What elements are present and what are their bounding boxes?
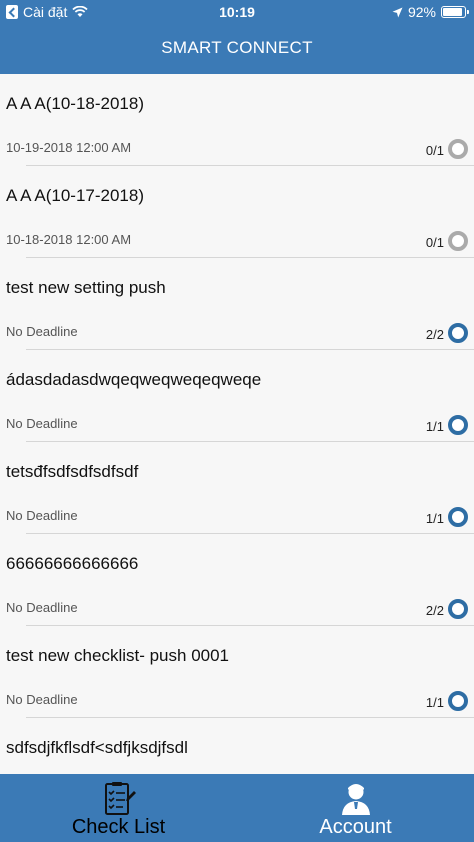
status-circle-icon xyxy=(448,415,468,435)
list-item[interactable]: A A A(10-17-2018) 10-18-2018 12:00 AM 0/1 xyxy=(0,166,474,258)
checklist-title: sdfsdjfkflsdf<sdfjksdjfsdl xyxy=(6,738,188,757)
tab-check-list-label: Check List xyxy=(71,816,166,838)
checklist-deadline: No Deadline xyxy=(6,692,78,707)
checklist-title: test new setting push xyxy=(6,278,166,297)
status-circle-icon xyxy=(448,323,468,343)
checklist-deadline: No Deadline xyxy=(6,508,78,523)
checklist-title: tetsđfsdfsdfsdfsdf xyxy=(6,462,139,481)
list-item[interactable]: test new setting push No Deadline 2/2 xyxy=(0,258,474,350)
checklist-progress: 2/2 xyxy=(425,327,444,342)
status-bar: Cài đặt 10:19 92% xyxy=(0,0,474,24)
checklist-progress: 1/1 xyxy=(425,695,444,710)
checklist-progress: 0/1 xyxy=(425,235,444,250)
list-item[interactable]: 66666666666666 No Deadline 2/2 xyxy=(0,534,474,626)
list-item[interactable]: test new checklist- push 0001 No Deadline… xyxy=(0,626,474,718)
battery-percent: 92% xyxy=(407,4,436,20)
checklist-deadline: No Deadline xyxy=(6,324,78,339)
list-item[interactable]: sdfsdjfkflsdf<sdfjksdjfsdl xyxy=(0,718,474,774)
tab-check-list[interactable]: Check List xyxy=(0,774,237,842)
location-arrow-icon xyxy=(392,7,403,17)
status-circle-icon xyxy=(448,599,468,619)
status-circle-icon xyxy=(448,507,468,527)
tab-account-label: Account xyxy=(319,816,392,838)
checklist-title: A A A(10-17-2018) xyxy=(6,186,144,205)
battery-icon xyxy=(441,6,469,18)
checklist-deadline: No Deadline xyxy=(6,600,78,615)
checklist-icon xyxy=(104,782,136,815)
checklist-title: ádasdadasdwqeqweqweqeqweqe xyxy=(6,370,262,389)
tab-account[interactable]: Account xyxy=(237,774,474,842)
checklist-title: test new checklist- push 0001 xyxy=(6,646,230,665)
status-circle-icon xyxy=(448,691,468,711)
checklist-progress: 1/1 xyxy=(425,511,444,526)
checklist-list[interactable]: A A A(10-18-2018) 10-19-2018 12:00 AM 0/1 A… xyxy=(0,74,474,774)
account-icon xyxy=(341,784,370,815)
checklist-title: 66666666666666 xyxy=(6,554,139,573)
checklist-title: A A A(10-18-2018) xyxy=(6,94,144,113)
tab-bar: Check List Account xyxy=(0,774,474,842)
list-item[interactable]: ádasdadasdwqeqweqweqeqweqe No Deadline 1/1 xyxy=(0,350,474,442)
checklist-progress: 1/1 xyxy=(425,419,444,434)
checklist-deadline: No Deadline xyxy=(6,416,78,431)
list-item[interactable]: A A A(10-18-2018) 10-19-2018 12:00 AM 0/1 xyxy=(0,74,474,166)
checklist-deadline: 10-19-2018 12:00 AM xyxy=(6,140,132,155)
checklist-progress: 0/1 xyxy=(425,143,444,158)
app-header: Cài đặt 10:19 92% SMART CONNECT xyxy=(0,0,474,74)
page-title: SMART CONNECT xyxy=(161,38,313,57)
list-item[interactable]: tetsđfsdfsdfsdfsdf No Deadline 1/1 xyxy=(0,442,474,534)
checklist-deadline: 10-18-2018 12:00 AM xyxy=(6,232,132,247)
status-circle-icon xyxy=(448,231,468,251)
checklist-progress: 2/2 xyxy=(425,603,444,618)
status-circle-icon xyxy=(448,139,468,159)
